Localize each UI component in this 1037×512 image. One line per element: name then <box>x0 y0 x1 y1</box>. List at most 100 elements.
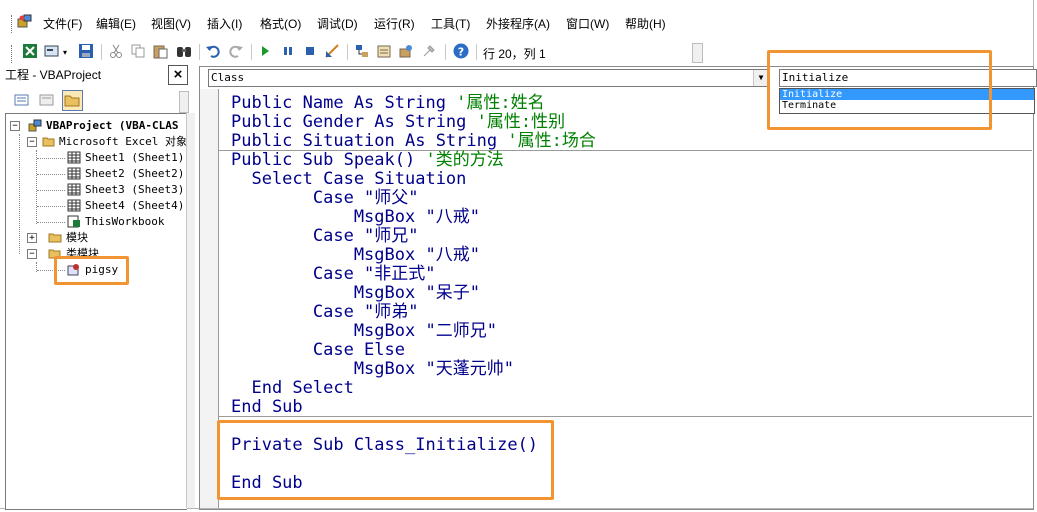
menu-edit[interactable]: 编辑(E) <box>96 15 136 32</box>
collapse-toggle[interactable]: − <box>27 137 37 147</box>
code-line: MsgBox "二师兄" <box>231 322 497 341</box>
menu-bar: 文件(F) 编辑(E) 视图(V) 插入(I) 格式(O) 调试(D) 运行(R… <box>0 9 1033 37</box>
project-pane-splitter[interactable] <box>186 113 195 508</box>
tree-label-sheet: Sheet3 (Sheet3) <box>85 183 185 196</box>
save-icon[interactable] <box>78 43 94 59</box>
code-line: MsgBox "天蓬元帅" <box>231 360 514 379</box>
code-text: Case "师兄" <box>231 226 419 246</box>
code-text: MsgBox "二师兄" <box>231 321 497 341</box>
code-line: Public Situation As String '属性:场合 <box>231 132 596 151</box>
break-icon[interactable] <box>280 43 296 59</box>
find-icon[interactable] <box>176 43 192 59</box>
code-text: Case Else <box>231 340 405 360</box>
code-text: Select Case Situation <box>231 169 467 189</box>
code-line: Case "师弟" <box>231 303 419 322</box>
menu-run[interactable]: 运行(R) <box>374 15 415 32</box>
object-browser-icon[interactable] <box>398 43 414 59</box>
menu-debug[interactable]: 调试(D) <box>317 15 358 32</box>
redo-icon[interactable] <box>228 43 244 59</box>
menu-tools[interactable]: 工具(T) <box>431 15 470 32</box>
design-mode-icon[interactable] <box>324 43 340 59</box>
code-line: MsgBox "八戒" <box>231 246 480 265</box>
vbaproject-icon <box>28 119 42 132</box>
code-text: Case "非正式" <box>231 264 436 284</box>
code-line: Case Else <box>231 341 405 360</box>
menu-window[interactable]: 窗口(W) <box>566 15 609 32</box>
paste-icon[interactable] <box>152 43 168 59</box>
reset-icon[interactable] <box>302 43 318 59</box>
code-text: MsgBox "八戒" <box>231 207 480 227</box>
menu-help[interactable]: 帮助(H) <box>625 15 666 32</box>
toolbox-icon[interactable] <box>421 43 437 59</box>
object-combobox-value: Class <box>211 71 245 84</box>
code-text: Public Name As String <box>231 93 457 113</box>
code-line: MsgBox "八戒" <box>231 208 480 227</box>
insert-dropdown-arrow-icon[interactable]: ▾ <box>63 48 69 64</box>
chevron-down-icon[interactable]: ▼ <box>753 70 768 86</box>
workbook-icon <box>67 215 80 228</box>
project-tree: − VBAProject (VBA-CLAS − Microsoft Excel… <box>5 113 187 510</box>
code-comment: '类的方法 <box>425 150 504 170</box>
code-text: MsgBox "呆子" <box>231 283 480 303</box>
highlight-pigsy <box>54 256 129 285</box>
code-line: MsgBox "呆子" <box>231 284 480 303</box>
menu-format[interactable]: 格式(O) <box>260 15 301 32</box>
code-text: End Select <box>231 378 354 398</box>
menu-addins[interactable]: 外接程序(A) <box>486 15 550 32</box>
tree-label-sheet: Sheet2 (Sheet2) <box>85 167 185 180</box>
view-code-icon[interactable] <box>11 90 32 111</box>
project-pane-title: 工程 - VBAProject <box>5 68 102 82</box>
worksheet-icon <box>67 151 81 164</box>
tree-label-excel-objects: Microsoft Excel 对象 <box>59 135 187 148</box>
toggle-folders-icon[interactable] <box>62 90 83 111</box>
code-text: Case "师父" <box>231 188 419 208</box>
code-comment: '属性:场合 <box>507 131 596 151</box>
project-pane-close-button[interactable]: × <box>168 65 188 85</box>
code-text: Public Situation As String <box>231 131 508 151</box>
toolbar-overflow-button[interactable] <box>692 43 703 63</box>
code-line: Case "非正式" <box>231 265 436 284</box>
excel-view-icon[interactable] <box>22 43 38 59</box>
code-line: End Select <box>231 378 354 398</box>
view-object-icon[interactable] <box>36 90 57 111</box>
code-text: Public Sub Speak() <box>231 150 426 170</box>
code-comment: '属性:姓名 <box>456 93 545 113</box>
expand-toggle[interactable]: + <box>27 233 37 243</box>
copy-icon[interactable] <box>130 43 146 59</box>
project-pane-toolbar <box>5 87 190 113</box>
tree-node-vbaproject[interactable]: − VBAProject (VBA-CLAS <box>6 118 187 134</box>
tree-node-excel-objects[interactable]: − Microsoft Excel 对象 <box>6 134 187 150</box>
highlight-procedure-dropdown <box>767 50 992 130</box>
collapse-toggle[interactable]: − <box>10 121 20 131</box>
procedure-separator <box>219 416 1032 417</box>
menu-file[interactable]: 文件(F) <box>43 15 82 32</box>
svg-text:?: ? <box>458 46 464 59</box>
folder-open-icon <box>42 137 55 147</box>
run-icon[interactable] <box>257 43 273 59</box>
collapse-toggle[interactable]: − <box>27 249 37 259</box>
tree-label-vbaproject: VBAProject (VBA-CLAS <box>46 119 179 132</box>
code-line: Public Gender As String '属性:性别 <box>231 113 565 132</box>
help-icon[interactable]: ? <box>453 43 469 59</box>
tree-label-modules: 模块 <box>66 231 88 244</box>
properties-window-icon[interactable] <box>376 43 392 59</box>
tree-label-sheet: Sheet1 (Sheet1) <box>85 151 185 164</box>
cursor-position-text: 行 20，列 1 <box>483 47 546 61</box>
code-text: End Sub <box>231 397 303 417</box>
project-explorer-icon[interactable] <box>354 43 370 59</box>
code-text: MsgBox "天蓬元帅" <box>231 359 514 379</box>
tree-label-sheet: Sheet4 (Sheet4) <box>85 199 185 212</box>
tree-label-thisworkbook: ThisWorkbook <box>85 215 165 228</box>
code-line: Case "师兄" <box>231 227 419 246</box>
menu-view[interactable]: 视图(V) <box>151 15 191 32</box>
code-line: Case "师父" <box>231 189 419 208</box>
object-combobox[interactable]: Class ▼ <box>208 69 769 87</box>
code-comment: '属性:性别 <box>476 112 566 132</box>
project-toolbar-overflow[interactable] <box>179 91 189 113</box>
insert-userform-icon[interactable] <box>44 43 60 59</box>
code-line: Select Case Situation <box>231 170 466 189</box>
worksheet-icon <box>67 167 81 180</box>
menu-insert[interactable]: 插入(I) <box>207 15 242 32</box>
cut-icon[interactable] <box>108 43 124 59</box>
undo-icon[interactable] <box>205 43 221 59</box>
